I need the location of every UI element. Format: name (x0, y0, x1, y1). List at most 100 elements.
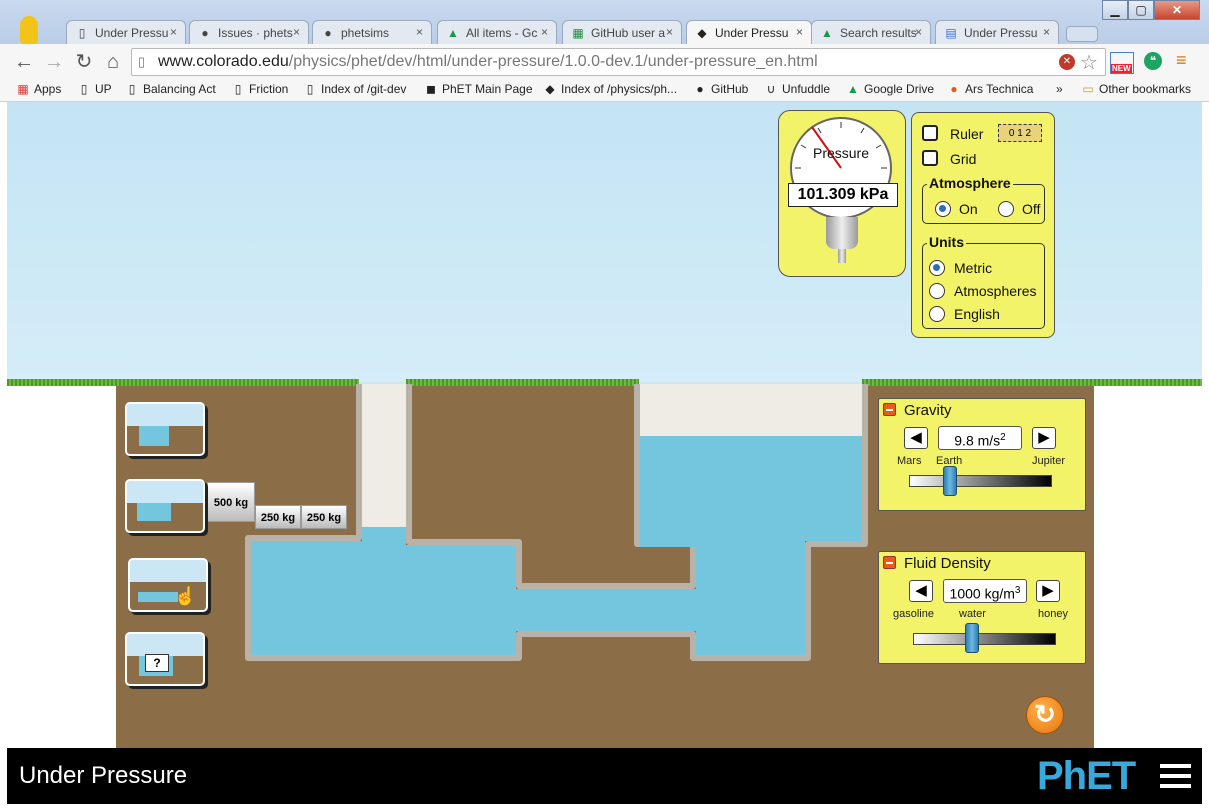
gravity-value: 9.8 m/s2 (938, 426, 1022, 450)
back-arrow-icon[interactable]: ← (12, 50, 36, 74)
url-text[interactable]: www.colorado.edu/physics/phet/dev/html/u… (158, 53, 818, 71)
home-icon[interactable]: ⌂ (101, 50, 125, 74)
new-tab-button[interactable] (1066, 26, 1098, 42)
menu-icon-bar (1160, 774, 1191, 778)
ruler-icon: 0 1 2 (998, 124, 1042, 142)
bookmarks-overflow-button[interactable]: » (1056, 82, 1063, 96)
tab-1[interactable]: ▯ Under Pressu × (66, 20, 186, 44)
units-metric-label: Metric (954, 260, 993, 276)
drive-icon: ▲ (821, 26, 833, 40)
star-icon[interactable]: ☆ (1080, 50, 1098, 75)
bookmark-friction[interactable]: ▯ Friction (231, 82, 289, 96)
density-collapse-button[interactable] (883, 556, 896, 569)
other-bookmarks[interactable]: ▭ Other bookmarks (1081, 82, 1191, 96)
bookmark-ars-technica[interactable]: ● Ars Technica (947, 82, 1033, 96)
gravity-value-text: 9.8 m/s (954, 432, 1001, 449)
bookmark-balancing-act[interactable]: ▯ Balancing Act (125, 82, 216, 96)
reset-all-button[interactable]: ↻ (1026, 696, 1064, 734)
maximize-button[interactable]: ▢ (1128, 0, 1154, 20)
bookmark-google-drive[interactable]: ▲ Google Drive (846, 82, 934, 96)
drive-icon: ▲ (847, 82, 859, 96)
fluid-density-panel: Fluid Density ◀ 1000 kg/m3 ▶ gasoline wa… (878, 551, 1086, 664)
tab-8[interactable]: ▤ Under Pressu × (935, 20, 1059, 44)
scene-trapezoid-pool-button[interactable] (125, 479, 205, 533)
atmosphere-off-radio[interactable] (998, 201, 1014, 217)
bookmark-phet-main[interactable]: ◼ PhET Main Page (424, 82, 532, 96)
scene-square-pool-button[interactable] (125, 402, 205, 456)
tab-3[interactable]: ● phetsims × (312, 20, 432, 44)
close-icon[interactable]: × (541, 25, 548, 39)
hand-cursor-icon: ☝ (174, 586, 197, 606)
bookmark-github[interactable]: ● GitHub (693, 82, 748, 96)
chrome-profile-icon[interactable] (20, 16, 38, 44)
reload-icon[interactable]: ↻ (72, 50, 96, 74)
close-icon[interactable]: × (666, 25, 673, 39)
phet-logo[interactable]: PhET (1037, 754, 1136, 799)
scene-chamber-pool-button[interactable]: ☝ (128, 558, 208, 612)
units-metric-radio[interactable] (929, 260, 945, 276)
mass-250kg-b[interactable]: 250 kg (301, 505, 347, 529)
units-english-radio[interactable] (929, 306, 945, 322)
tab-7[interactable]: ▲ Search results × (811, 20, 931, 44)
settings-panel: Ruler 0 1 2 Grid Atmosphere On Off Units… (911, 112, 1055, 338)
bookmark-apps[interactable]: ▦ Apps (16, 82, 61, 96)
tab-2[interactable]: ● Issues · phets × (189, 20, 309, 44)
stop-icon[interactable]: ✕ (1059, 54, 1075, 70)
close-icon[interactable]: × (1043, 25, 1050, 39)
phet-icon: ◼ (426, 82, 436, 96)
mass-250kg-a[interactable]: 250 kg (255, 505, 301, 529)
forward-arrow-icon[interactable]: → (42, 50, 66, 74)
page-icon: ▯ (78, 26, 86, 40)
grid-checkbox[interactable] (922, 150, 938, 166)
tab-label: Under Pressu (964, 26, 1038, 40)
pressure-gauge[interactable]: Pressure 101.309 kPa (778, 110, 906, 277)
address-bar[interactable]: ▯ www.colorado.edu/physics/phet/dev/html… (131, 48, 1106, 76)
ruler-checkbox[interactable] (922, 125, 938, 141)
density-slider-track[interactable] (913, 633, 1056, 645)
apps-icon: ▦ (17, 82, 29, 96)
tab-5[interactable]: ▦ GitHub user a × (562, 20, 682, 44)
gravity-title: Gravity (904, 402, 952, 419)
close-icon[interactable]: × (416, 25, 423, 39)
tab-strip: ▯ Under Pressu × ● Issues · phets × ● phetsim… (0, 0, 1209, 44)
cu-icon: ◆ (545, 82, 555, 96)
bookmark-up[interactable]: ▯ UP (77, 82, 112, 96)
minimize-button[interactable]: ▁ (1102, 0, 1128, 20)
scene-mystery-pool-button[interactable]: ? (125, 632, 205, 686)
gravity-slider-thumb[interactable] (943, 466, 957, 496)
tab-6-active[interactable]: ◆ Under Pressu × (686, 20, 812, 44)
gravity-increase-button[interactable]: ▶ (1032, 427, 1056, 449)
mass-500kg[interactable]: 500 kg (207, 482, 255, 522)
close-window-button[interactable]: ✕ (1154, 0, 1200, 20)
density-gasoline-label: gasoline (893, 608, 934, 620)
chrome-menu-icon[interactable]: ≡ (1176, 50, 1187, 71)
gravity-collapse-button[interactable] (883, 403, 896, 416)
gravity-slider-track[interactable] (909, 475, 1052, 487)
bookmark-git-dev[interactable]: ▯ Index of /git-dev (303, 82, 407, 96)
density-decrease-button[interactable]: ◀ (909, 580, 933, 602)
atmosphere-group: Atmosphere On Off (922, 175, 1045, 224)
page-icon: ▯ (234, 82, 242, 96)
hangouts-icon[interactable]: ❝ (1144, 52, 1162, 70)
units-title: Units (927, 234, 966, 250)
close-icon[interactable]: × (796, 25, 803, 39)
gauge-tip (838, 249, 846, 263)
gauge-label: Pressure (812, 145, 870, 161)
extension-new-icon[interactable]: NEW (1110, 52, 1134, 74)
density-title: Fluid Density (904, 555, 991, 572)
bookmark-unfuddle[interactable]: ∪ Unfuddle (764, 82, 830, 96)
close-icon[interactable]: × (915, 25, 922, 39)
folder-icon: ▭ (1082, 82, 1094, 96)
close-icon[interactable]: × (170, 25, 177, 39)
menu-icon[interactable] (1160, 764, 1191, 768)
reset-icon: ↻ (1034, 699, 1056, 729)
bookmark-index-physics[interactable]: ◆ Index of /physics/ph... (543, 82, 677, 96)
density-slider-thumb[interactable] (965, 623, 979, 653)
atmosphere-on-radio[interactable] (935, 201, 951, 217)
gravity-decrease-button[interactable]: ◀ (904, 427, 928, 449)
units-atmospheres-radio[interactable] (929, 283, 945, 299)
atmosphere-off-label: Off (1022, 201, 1041, 217)
density-increase-button[interactable]: ▶ (1036, 580, 1060, 602)
close-icon[interactable]: × (293, 25, 300, 39)
tab-4[interactable]: ▲ All items - Gc × (437, 20, 557, 44)
